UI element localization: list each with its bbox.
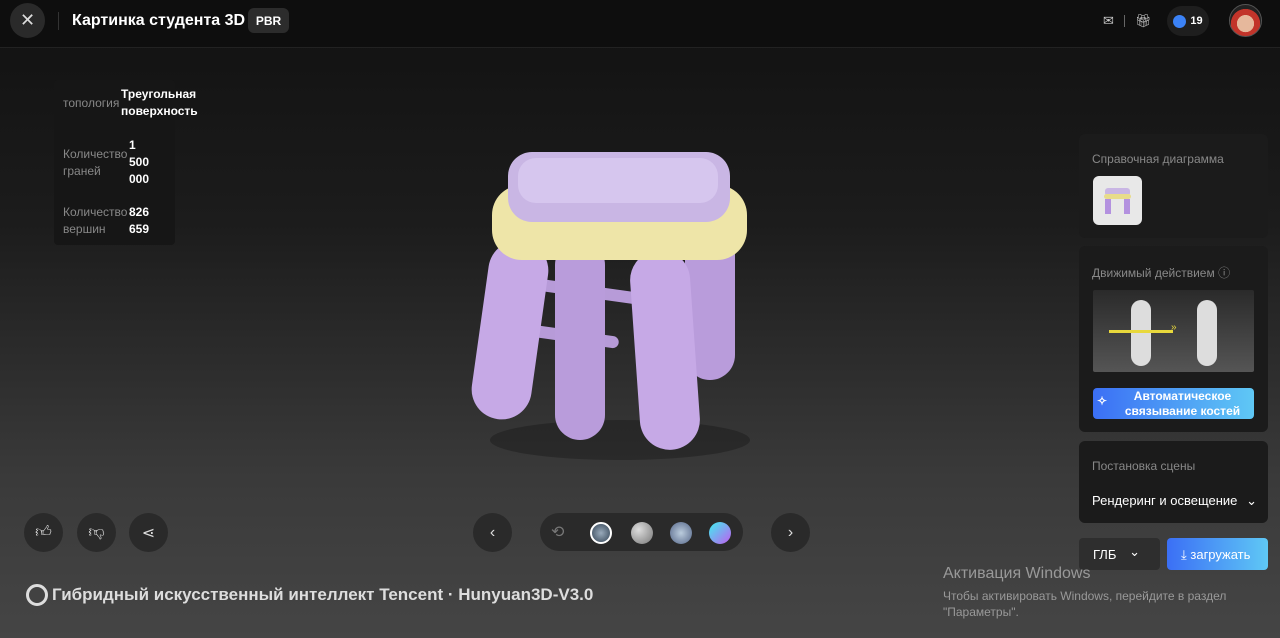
faces-value: 1 [129, 138, 136, 152]
material-hdri[interactable] [590, 522, 612, 544]
reference-thumbnail[interactable] [1093, 176, 1142, 225]
thumbs-up-icon: 👍︎ [35, 524, 52, 541]
rotate-icon[interactable]: ⟲ [551, 522, 564, 542]
vertices-label: Количество вершин [63, 205, 128, 236]
close-icon: ✕ [19, 10, 36, 30]
credits-badge[interactable]: 19 [1167, 6, 1209, 36]
brand-footer: Гибридный искусственный интеллект Tencen… [26, 584, 593, 606]
share-icon: ⋖ [141, 524, 156, 542]
gift-icon[interactable]: 🎁︎ [1135, 13, 1152, 29]
material-toolbar: ⟲ [540, 513, 743, 551]
tencent-logo-icon [26, 584, 48, 606]
top-bar: ✕ Картинка студента 3D PBR ✉ 🎁︎ 19 [0, 0, 1280, 48]
faces-value: 000 [129, 172, 150, 186]
auto-rig-button[interactable]: ✧ Автоматическое связывание костей [1093, 388, 1254, 419]
topology-value: Треугольная поверхность [121, 87, 198, 118]
reference-title: Справочная диаграмма [1092, 152, 1224, 166]
material-texture[interactable] [670, 522, 692, 544]
dislike-button[interactable]: 👎︎ [77, 513, 116, 552]
format-select[interactable]: ГЛБ ⌄ [1079, 538, 1160, 570]
prev-button[interactable]: ‹ [473, 513, 512, 552]
pbr-badge: PBR [248, 8, 289, 33]
3d-model-viewport[interactable] [470, 140, 770, 470]
avatar[interactable] [1229, 4, 1262, 37]
windows-activation-title: Активация Windows [943, 565, 1091, 582]
download-icon: ⤓ [1181, 547, 1187, 562]
mail-icon[interactable]: ✉ [1103, 13, 1114, 29]
info-icon: ⓘ [1218, 266, 1231, 280]
reference-panel: Справочная диаграмма [1079, 134, 1268, 238]
credits-count: 19 [1190, 15, 1203, 27]
model-info-panel: топология Треугольная поверхность Количес… [54, 80, 198, 245]
render-select[interactable]: Рендеринг и освещение ⌄ [1092, 493, 1257, 508]
material-normal[interactable] [709, 522, 731, 544]
motion-panel: Движимый действием ⓘ » ✧ Автоматическое с… [1079, 246, 1268, 432]
motion-preview-image: » [1093, 290, 1254, 372]
divider [58, 12, 59, 30]
windows-activation-text: Чтобы активировать Windows, перейдите в … [943, 589, 1227, 619]
like-button[interactable]: 👍︎ [24, 513, 63, 552]
download-button[interactable]: ⤓ загружать [1167, 538, 1268, 570]
thumbs-down-icon: 👎︎ [88, 524, 105, 541]
scene-panel: Постановка сцены Рендеринг и освещение ⌄ [1079, 441, 1268, 523]
scene-title: Постановка сцены [1092, 459, 1196, 473]
chevron-down-icon: ⌄ [1246, 493, 1257, 508]
next-button[interactable]: › [771, 513, 810, 552]
vertices-value: 659 [129, 222, 150, 236]
page-title: Картинка студента 3D [72, 12, 246, 29]
vertices-value: 826 [129, 205, 150, 219]
sparkle-icon: ✧ [1097, 394, 1108, 408]
material-clay[interactable] [631, 522, 653, 544]
chevron-down-icon: ⌄ [1129, 544, 1140, 559]
topology-label: топология [63, 96, 120, 110]
chevron-right-icon: › [787, 523, 794, 541]
chevron-left-icon: ‹ [489, 523, 496, 541]
faces-label: Количество граней [63, 147, 128, 178]
credit-icon [1173, 14, 1187, 28]
divider [1124, 15, 1125, 27]
share-button[interactable]: ⋖ [129, 513, 168, 552]
faces-value: 500 [129, 155, 150, 169]
motion-title: Движимый действием ⓘ [1092, 266, 1231, 280]
close-button[interactable]: ✕ [10, 3, 45, 38]
